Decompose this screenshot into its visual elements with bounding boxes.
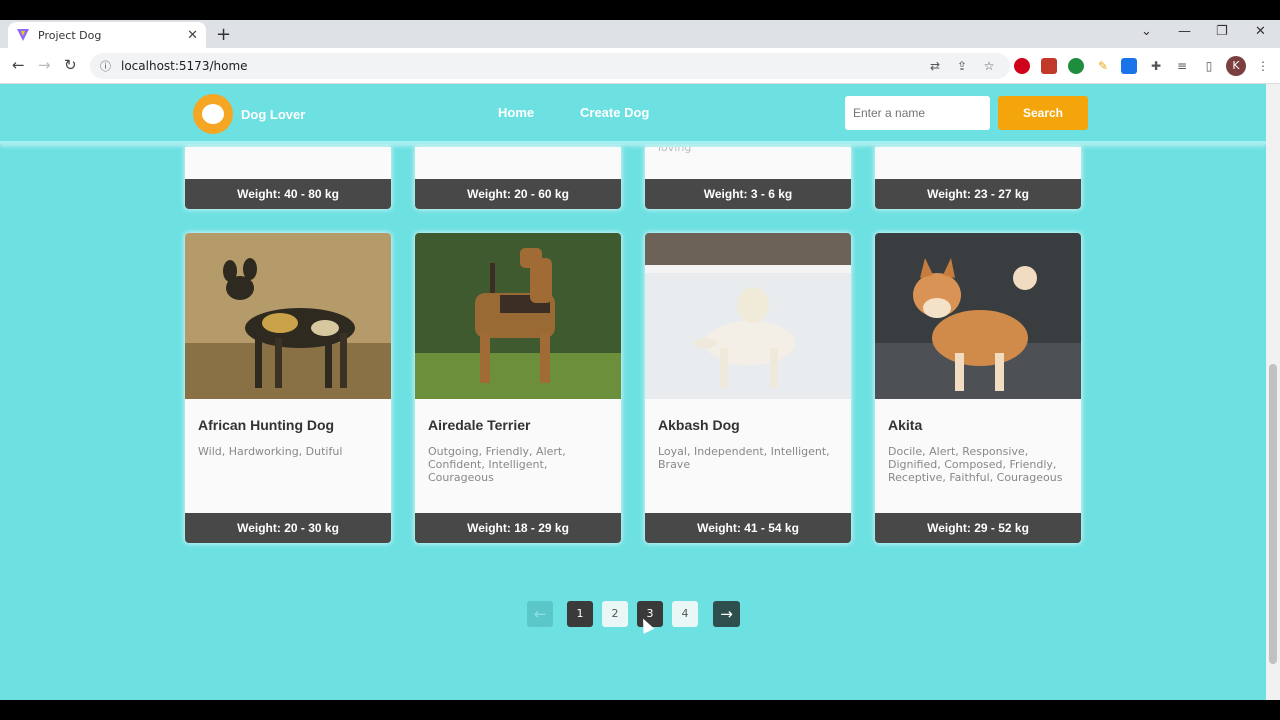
address-bar[interactable]: ⓘ localhost:5173/home [90,53,1010,79]
dog-photo-airedale-terrier [415,233,621,399]
blue-extension-icon[interactable] [1121,58,1137,74]
bottom-black-bar [0,700,1280,720]
restore-icon[interactable]: ❐ [1216,24,1228,39]
card-temperament: Loyal, Independent, Intelligent, Brave [658,445,830,471]
card-weight: Weight: 18 - 29 kg [415,513,621,543]
arrow-right-icon: → [720,605,733,623]
more-menu-icon[interactable]: ⋮ [1255,58,1271,74]
nav-home-link[interactable]: Home [498,105,534,120]
vite-favicon-icon [17,29,29,41]
pen-extension-icon[interactable]: ✎ [1095,58,1111,74]
forward-arrow-icon[interactable]: → [38,56,51,74]
site-info-icon[interactable]: ⓘ [100,58,111,74]
card-weight: Weight: 3 - 6 kg [645,179,851,209]
card-weight: Weight: 41 - 54 kg [645,513,851,543]
dog-logo-icon [193,94,233,134]
dog-card-partial[interactable]: Weight: 40 - 80 kg [185,147,391,209]
tab-search-chevron-icon[interactable]: ⌄ [1141,24,1152,39]
tab-title: Project Dog [38,28,102,42]
arrow-left-icon: ← [533,605,547,623]
next-page-button[interactable]: → [713,601,740,627]
card-temperament: Wild, Hardworking, Dutiful [198,445,343,458]
page-button-2[interactable]: 2 [602,601,628,627]
share-icon[interactable]: ⇪ [954,58,970,74]
card-weight: Weight: 29 - 52 kg [875,513,1081,543]
minimize-icon[interactable]: — [1178,24,1191,39]
new-tab-icon[interactable]: + [216,24,231,45]
browser-toolbar: ← → ↻ ⓘ localhost:5173/home ⇄ ⇪ ☆ ✎ ✚ ≡ … [0,48,1280,84]
red-extension-icon[interactable] [1041,58,1057,74]
card-dog-name: African Hunting Dog [198,417,335,433]
puzzle-extensions-icon[interactable]: ✚ [1148,58,1164,74]
top-black-bar [0,0,1280,20]
reload-icon[interactable]: ↻ [64,56,77,74]
card-weight: Weight: 40 - 80 kg [185,179,391,209]
opera-extension-icon[interactable] [1014,58,1030,74]
side-panel-icon[interactable]: ▯ [1201,58,1217,74]
prev-page-button[interactable]: ← [527,601,553,627]
dog-card[interactable]: Akita Docile, Alert, Responsive, Dignifi… [875,233,1081,543]
page-viewport: Dog Lover Home Create Dog Search Weight:… [0,84,1266,700]
back-arrow-icon[interactable]: ← [12,56,25,74]
dog-card[interactable]: Akbash Dog Loyal, Independent, Intellige… [645,233,851,543]
card-dog-name: Akita [888,417,923,433]
page-button-4[interactable]: 4 [672,601,698,627]
card-temperament-partial: loving [658,147,692,154]
page-scrollbar[interactable] [1266,84,1280,700]
browser-tab-strip: Project Dog ✕ + ⌄ — ❐ ✕ [0,20,1280,48]
browser-tab[interactable]: Project Dog ✕ [8,22,206,48]
dog-card-partial[interactable]: Weight: 23 - 27 kg [875,147,1081,209]
bookmark-star-icon[interactable]: ☆ [981,58,997,74]
card-dog-name: Akbash Dog [658,417,740,433]
dog-card-partial[interactable]: loving Weight: 3 - 6 kg [645,147,851,209]
card-temperament: Outgoing, Friendly, Alert, Confident, In… [428,445,566,484]
profile-avatar[interactable]: K [1226,56,1246,76]
card-dog-name: Airedale Terrier [428,417,531,433]
logo[interactable]: Dog Lover [193,94,305,134]
card-weight: Weight: 20 - 30 kg [185,513,391,543]
nav-create-dog-link[interactable]: Create Dog [580,105,649,120]
dog-photo-akbash-dog [645,233,851,399]
dog-photo-akita [875,233,1081,399]
search-input[interactable] [845,96,990,130]
url-text: localhost:5173/home [121,59,248,73]
dog-card[interactable]: African Hunting Dog Wild, Hardworking, D… [185,233,391,543]
green-extension-icon[interactable] [1068,58,1084,74]
page-button-1[interactable]: 1 [567,601,593,627]
close-tab-icon[interactable]: ✕ [187,28,198,43]
close-window-icon[interactable]: ✕ [1255,24,1266,39]
dog-photo-african-hunting-dog [185,233,391,399]
search-button[interactable]: Search [998,96,1088,130]
reading-list-icon[interactable]: ≡ [1174,58,1190,74]
scrollbar-thumb[interactable] [1269,364,1277,664]
card-weight: Weight: 23 - 27 kg [875,179,1081,209]
brand-name: Dog Lover [241,106,306,122]
dog-card-partial[interactable]: Weight: 20 - 60 kg [415,147,621,209]
card-weight: Weight: 20 - 60 kg [415,179,621,209]
translate-icon[interactable]: ⇄ [927,58,943,74]
dog-card[interactable]: Airedale Terrier Outgoing, Friendly, Ale… [415,233,621,543]
card-temperament: Docile, Alert, Responsive, Dignified, Co… [888,445,1063,484]
site-navbar: Dog Lover Home Create Dog Search [0,84,1266,144]
